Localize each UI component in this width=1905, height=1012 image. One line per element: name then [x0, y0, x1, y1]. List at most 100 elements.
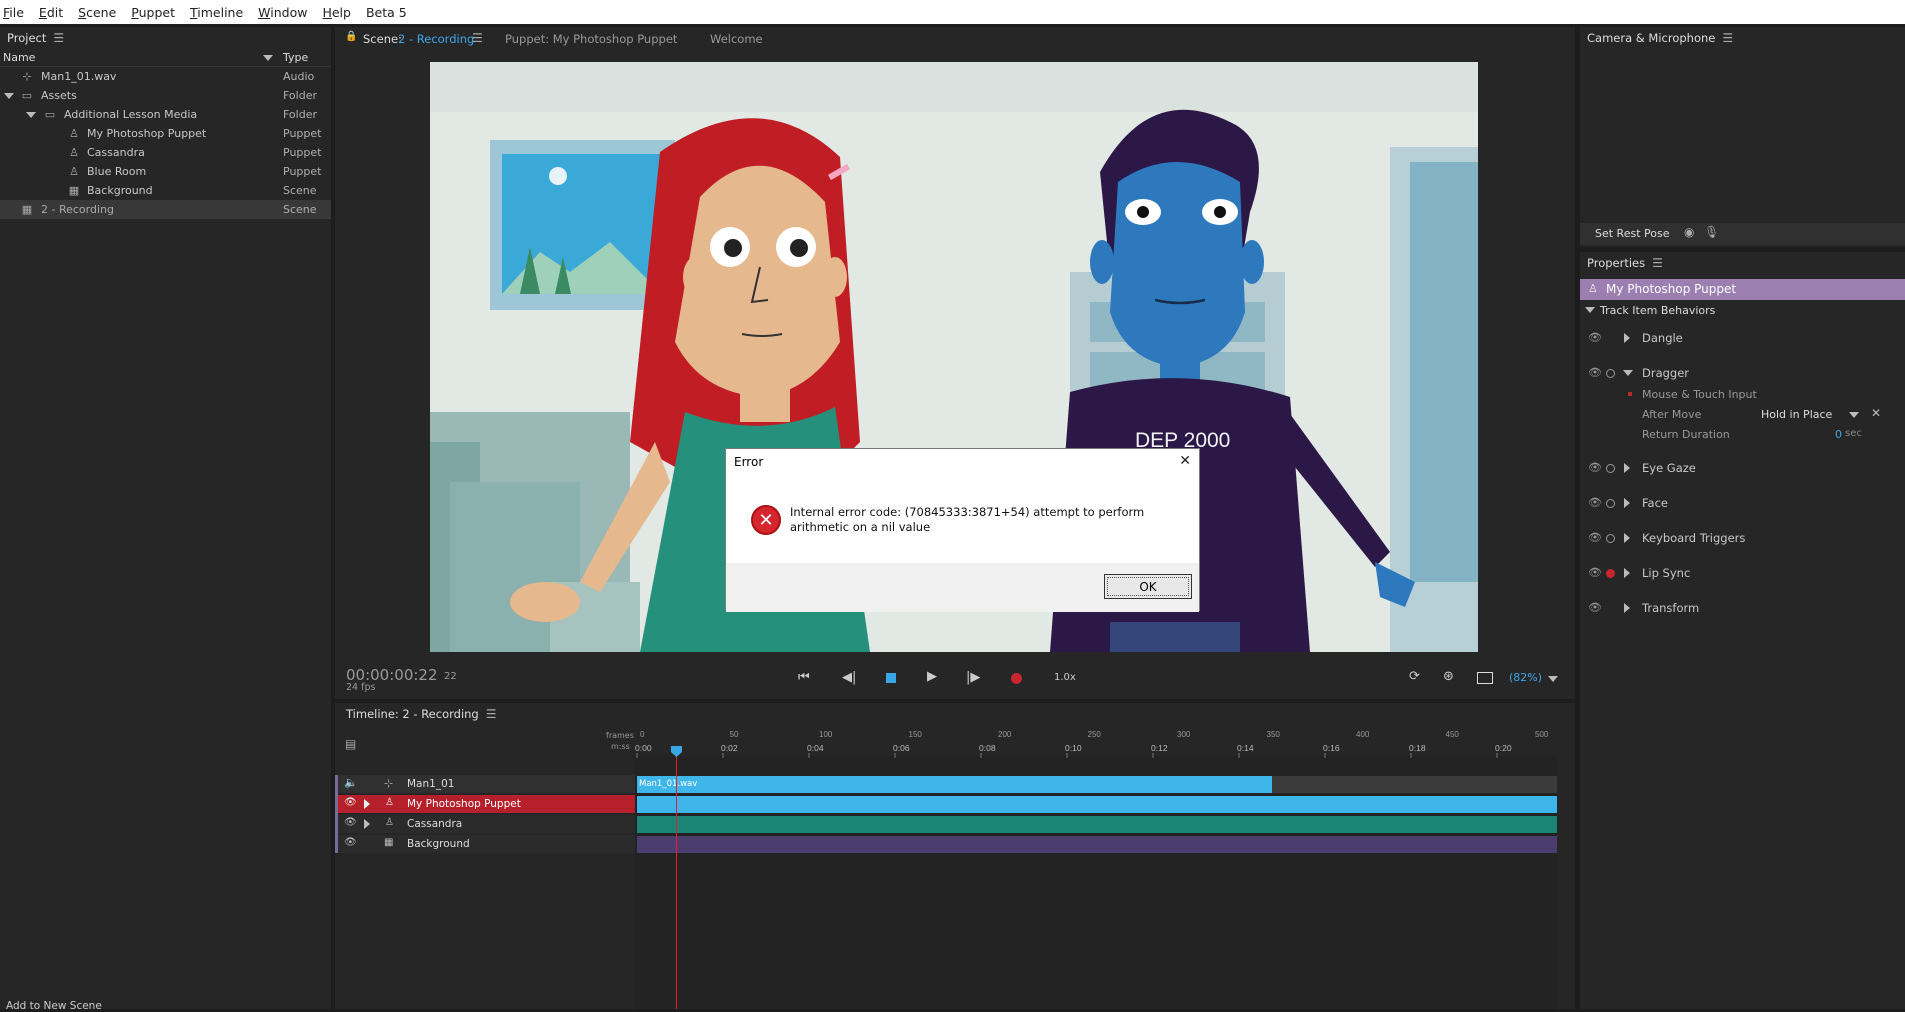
expand-chevron-icon[interactable]: [1624, 568, 1630, 578]
list-item[interactable]: ▭ Assets Folder: [0, 86, 331, 105]
cassandra-clip[interactable]: [637, 816, 1557, 833]
panel-menu-icon[interactable]: ☰: [1722, 31, 1733, 45]
ok-button[interactable]: OK: [1104, 574, 1192, 599]
loop-icon[interactable]: ⟳: [1409, 669, 1420, 684]
expand-chevron-icon[interactable]: [1624, 603, 1630, 613]
safe-area-icon[interactable]: [1477, 672, 1493, 684]
expand-chevron-icon[interactable]: [364, 819, 370, 829]
after-move-select[interactable]: Hold in Place: [1761, 408, 1832, 421]
sort-chevron-icon[interactable]: [263, 54, 273, 61]
list-item[interactable]: ▦ Background Scene: [0, 181, 331, 200]
expand-chevron-icon[interactable]: [1624, 333, 1630, 343]
track-header-audio[interactable]: 🔈 ⊹ Man1_01: [337, 775, 635, 793]
return-duration-value[interactable]: 0: [1835, 428, 1842, 441]
menu-beta[interactable]: Beta 5: [366, 5, 407, 20]
eye-icon[interactable]: 👁: [1588, 566, 1602, 579]
expand-chevron-icon[interactable]: [4, 92, 14, 99]
close-icon[interactable]: ✕: [1871, 406, 1881, 420]
time-tick-label: 0:04: [807, 743, 824, 753]
expand-chevron-icon[interactable]: [26, 111, 36, 118]
record-arm-icon[interactable]: [1606, 534, 1615, 543]
go-to-start-icon[interactable]: ⏮: [798, 670, 810, 685]
onion-skin-icon[interactable]: ⊛: [1443, 669, 1454, 684]
close-icon[interactable]: ✕: [1179, 453, 1191, 469]
eye-icon[interactable]: 👁: [1588, 601, 1602, 614]
project-header: Project ☰: [0, 27, 331, 49]
panel-menu-icon[interactable]: ☰: [1652, 256, 1663, 270]
list-item[interactable]: ♙ My Photoshop Puppet Puppet: [0, 124, 331, 143]
track-header-puppet[interactable]: 👁 ♙ My Photoshop Puppet: [337, 795, 635, 813]
tab-welcome[interactable]: Welcome: [710, 32, 763, 46]
list-item[interactable]: ⊹ Man1_01.wav Audio: [0, 67, 331, 86]
panel-menu-icon[interactable]: ☰: [53, 31, 64, 45]
record-arm-active-icon[interactable]: [1606, 569, 1615, 578]
behavior-eye-gaze[interactable]: Eye Gaze: [1642, 461, 1696, 475]
column-type[interactable]: Type: [283, 51, 308, 64]
zoom-chevron-icon[interactable]: [1548, 676, 1558, 682]
behavior-keyboard-triggers[interactable]: Keyboard Triggers: [1642, 531, 1745, 545]
set-rest-pose-button[interactable]: Set Rest Pose: [1595, 227, 1670, 240]
list-item[interactable]: ▭ Additional Lesson Media Folder: [0, 105, 331, 124]
record-icon[interactable]: [1011, 673, 1022, 684]
panel-menu-icon[interactable]: ☰: [486, 707, 497, 721]
time-tick-label: 0:06: [893, 743, 910, 753]
tab-puppet[interactable]: Puppet: My Photoshop Puppet: [505, 32, 677, 46]
record-arm-icon[interactable]: [1606, 464, 1615, 473]
timeline-options-icon[interactable]: ▤: [345, 737, 356, 751]
tab-scene-prefix[interactable]: Scene:: [363, 32, 402, 46]
eye-icon[interactable]: 👁: [1588, 366, 1602, 379]
record-arm-icon[interactable]: [1606, 499, 1615, 508]
play-icon[interactable]: ▶: [927, 669, 937, 684]
speaker-icon[interactable]: 🔈: [344, 776, 358, 789]
behavior-transform[interactable]: Transform: [1642, 601, 1699, 615]
behavior-dragger[interactable]: Dragger: [1642, 366, 1689, 380]
expand-chevron-icon[interactable]: [1624, 463, 1630, 473]
menu-window[interactable]: Window: [258, 5, 307, 20]
menu-help[interactable]: Help: [322, 5, 351, 20]
column-name[interactable]: Name: [3, 51, 35, 64]
behavior-dangle[interactable]: Dangle: [1642, 331, 1683, 345]
expand-chevron-icon[interactable]: [1623, 370, 1633, 376]
microphone-icon[interactable]: 🎙: [1704, 225, 1719, 239]
eye-icon[interactable]: 👁: [1588, 531, 1602, 544]
track-header-background[interactable]: 👁 ▦ Background: [337, 835, 635, 853]
eye-icon[interactable]: 👁: [344, 797, 357, 808]
eye-icon[interactable]: 👁: [1588, 461, 1602, 474]
lock-icon[interactable]: 🔒: [345, 31, 357, 42]
expand-chevron-icon[interactable]: [364, 799, 370, 809]
expand-chevron-icon[interactable]: [1624, 498, 1630, 508]
behavior-face[interactable]: Face: [1642, 496, 1668, 510]
record-arm-icon[interactable]: [1606, 369, 1615, 378]
eye-icon[interactable]: 👁: [344, 817, 357, 828]
tab-scene-name[interactable]: 2 - Recording: [398, 32, 474, 46]
step-forward-icon[interactable]: |▶: [966, 670, 980, 685]
fps-readout: 24 fps: [346, 682, 376, 693]
dropdown-chevron-icon[interactable]: [1849, 412, 1859, 418]
menu-puppet[interactable]: Puppet: [131, 5, 175, 20]
audio-clip[interactable]: Man1_01.wav: [637, 776, 1272, 793]
panel-menu-icon[interactable]: ☰: [472, 31, 483, 45]
background-clip[interactable]: [637, 836, 1557, 853]
step-back-icon[interactable]: ◀|: [842, 670, 856, 685]
list-item[interactable]: ♙ Cassandra Puppet: [0, 143, 331, 162]
zoom-readout[interactable]: (82%): [1509, 671, 1542, 684]
eye-icon[interactable]: 👁: [1588, 496, 1602, 509]
behavior-lip-sync[interactable]: Lip Sync: [1642, 566, 1690, 580]
eye-icon[interactable]: 👁: [1588, 331, 1602, 344]
list-item[interactable]: ▦ 2 - Recording Scene: [0, 200, 331, 219]
add-to-new-scene-button[interactable]: Add to New Scene: [6, 1000, 102, 1012]
timeline-ruler[interactable]: 0 50 100 150 200 250 300 350 400 450 500 0:00 0:02 0…: [635, 728, 1565, 758]
list-item[interactable]: ♙ Blue Room Puppet: [0, 162, 331, 181]
puppet-clip[interactable]: [637, 796, 1557, 813]
eye-icon[interactable]: 👁: [344, 837, 357, 848]
menu-edit[interactable]: Edit: [39, 5, 63, 20]
speed-readout[interactable]: 1.0x: [1054, 672, 1076, 683]
menu-file[interactable]: File: [3, 5, 24, 20]
expand-chevron-icon[interactable]: [1624, 533, 1630, 543]
track-header-cassandra[interactable]: 👁 ♙ Cassandra: [337, 815, 635, 833]
section-chevron-icon[interactable]: [1585, 307, 1595, 313]
stop-icon[interactable]: [886, 673, 896, 683]
menu-scene[interactable]: Scene: [78, 5, 116, 20]
camera-icon[interactable]: ◉: [1684, 225, 1694, 239]
menu-timeline[interactable]: Timeline: [190, 5, 243, 20]
